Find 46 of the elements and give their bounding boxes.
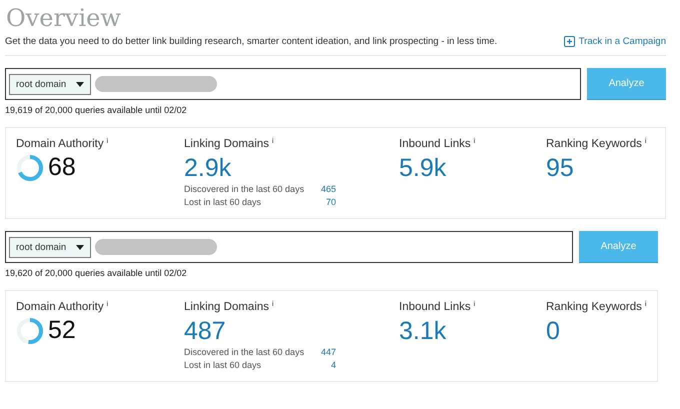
metric-label: Ranking Keywords [546, 138, 642, 150]
caret-icon [76, 82, 84, 86]
metric-label: Linking Domains [184, 138, 270, 150]
scope-dropdown[interactable]: root domain [9, 236, 92, 258]
quota-text: 19,619 of 20,000 queries available until 02/02 [5, 105, 188, 115]
info-icon[interactable]: i [474, 301, 476, 313]
plus-icon [564, 36, 575, 47]
metric-label: Domain Authority [16, 138, 104, 150]
search-field[interactable]: root domain [5, 68, 581, 100]
metric-label: Inbound Links [399, 138, 471, 150]
page-title: Overview [6, 3, 122, 34]
info-icon[interactable]: i [106, 138, 108, 150]
caret-icon [76, 244, 84, 250]
stat-label: Discovered in the last 60 days [184, 346, 306, 359]
scope-dropdown[interactable]: root domain [9, 74, 92, 94]
stat-label: Lost in last 60 days [184, 359, 262, 372]
stat-label: Discovered in the last 60 days [184, 183, 306, 196]
metric-value: 95 [546, 153, 575, 183]
metric-value: 68 [48, 153, 76, 182]
metric-value: 52 [48, 316, 76, 345]
stat-value: 465 [320, 183, 336, 196]
stat-label: Lost in last 60 days [184, 196, 262, 209]
info-icon[interactable]: i [272, 301, 274, 313]
metric-value: 487 [184, 316, 227, 346]
info-icon[interactable]: i [106, 301, 108, 313]
stat-value: 447 [320, 346, 336, 359]
search-field[interactable]: root domain [5, 231, 573, 263]
page-description: Get the data you need to do better link building research, smarter content ideation, and link prospecting - in less time. [5, 36, 498, 47]
info-icon[interactable]: i [272, 138, 274, 150]
campaign-link[interactable]: Track in a Campaign [564, 36, 666, 47]
metric-value: 2.9k [184, 153, 232, 183]
metric-value: 3.1k [399, 316, 448, 346]
score-ring [16, 154, 44, 182]
metric-value: 0 [546, 316, 561, 346]
info-icon[interactable]: i [474, 138, 476, 150]
stat-value: 4 [330, 359, 336, 372]
metric-label: Inbound Links [399, 301, 471, 313]
metric-label: Linking Domains [184, 301, 270, 313]
stat-value: 70 [324, 196, 336, 209]
info-icon[interactable]: i [644, 138, 646, 150]
score-ring [16, 316, 44, 344]
info-icon[interactable]: i [644, 301, 646, 313]
metric-label: Domain Authority [16, 301, 104, 313]
metric-value: 5.9k [399, 153, 448, 183]
quota-text: 19,620 of 20,000 queries available until 02/02 [5, 268, 188, 278]
metric-label: Ranking Keywords [546, 301, 642, 313]
